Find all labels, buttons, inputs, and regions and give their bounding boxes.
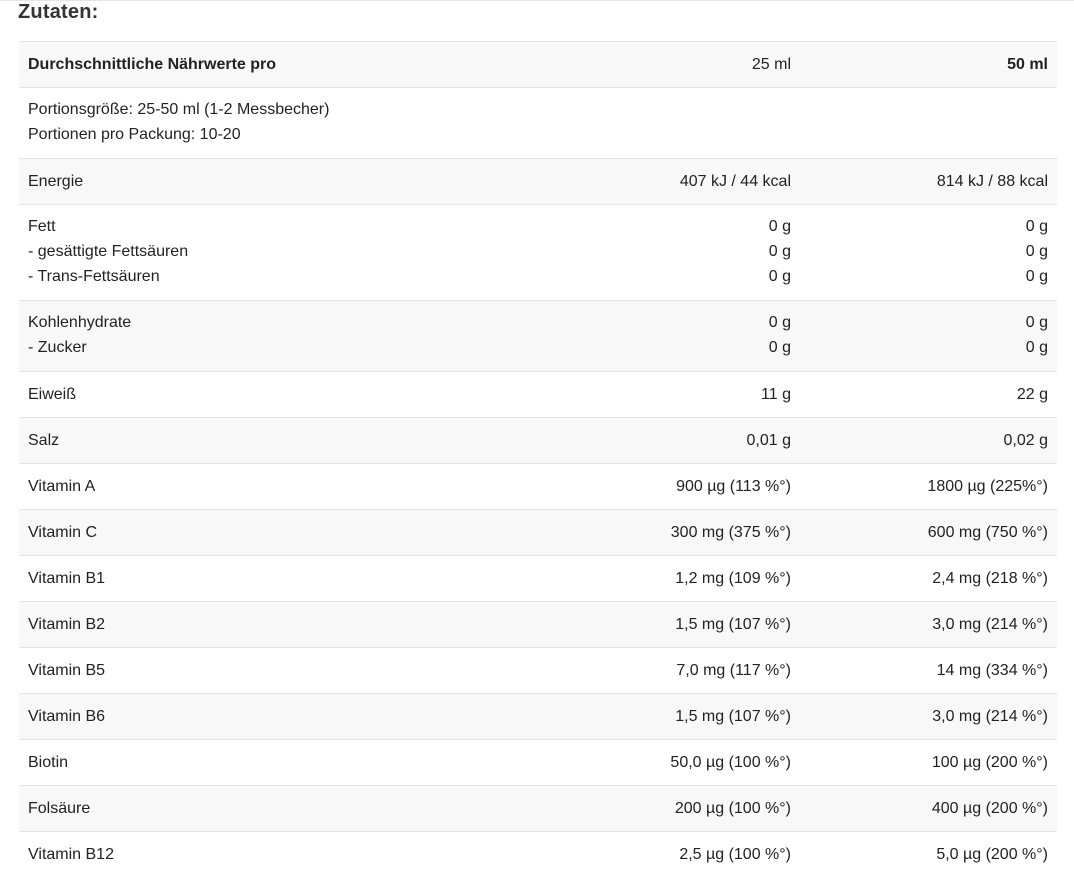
value-25ml: 0 g	[768, 314, 791, 331]
values-50ml-fat: 0 g 0 g 0 g	[791, 205, 1057, 301]
value-50ml: 400 µg (200 %°)	[931, 800, 1048, 817]
table-row: Biotin 50,0 µg (100 %°) 100 µg (200 %°)	[19, 740, 1057, 786]
value-50ml: 0 g	[1025, 218, 1048, 235]
value-25ml: 50,0 µg (100 %°)	[670, 754, 791, 771]
values-25ml-carbs: 0 g 0 g	[526, 301, 791, 372]
value-25ml: 1,5 mg (107 %°)	[675, 616, 791, 633]
nutrient-name: Vitamin B6	[28, 708, 106, 725]
serving-size: Portionsgröße: 25-50 ml (1-2 Messbecher)	[28, 101, 330, 118]
nutrient-name: Vitamin B1	[28, 570, 106, 587]
value-25ml: 0 g	[768, 218, 791, 235]
value-25ml: 407 kJ / 44 kcal	[679, 173, 791, 190]
table-header-row: Durchschnittliche Nährwerte pro 25 ml 50…	[19, 41, 1057, 88]
serving-info: Portionsgröße: 25-50 ml (1-2 Messbecher)…	[19, 88, 1057, 159]
table-row-energy: Energie 407 kJ / 44 kcal 814 kJ / 88 kca…	[19, 158, 1057, 205]
value-25ml: 0 g	[768, 243, 791, 260]
value-25ml: 900 µg (113 %°)	[676, 478, 791, 495]
value-25ml: 0,01 g	[746, 432, 791, 449]
table-row-fat: Fett - gesättigte Fettsäuren - Trans-Fet…	[19, 205, 1057, 301]
value-50ml: 2,4 mg (218 %°)	[932, 570, 1048, 587]
table-row: Vitamin A 900 µg (113 %°) 1800 µg (225%°…	[19, 464, 1057, 510]
value-50ml: 0 g	[1025, 243, 1048, 260]
values-50ml-carbs: 0 g 0 g	[791, 301, 1057, 372]
table-row: Vitamin B5 7,0 mg (117 %°) 14 mg (334 %°…	[19, 648, 1057, 694]
value-25ml: 0 g	[768, 339, 791, 356]
table-row: Vitamin C 300 mg (375 %°) 600 mg (750 %°…	[19, 509, 1057, 556]
nutrient-name: Vitamin B5	[28, 662, 106, 679]
value-50ml: 0 g	[1025, 339, 1048, 356]
nutrient-name: Vitamin C	[28, 524, 98, 541]
value-25ml: 11 g	[761, 386, 791, 403]
value-50ml: 0 g	[1025, 314, 1048, 331]
table-row: Folsäure 200 µg (100 %°) 400 µg (200 %°)	[19, 785, 1057, 832]
value-50ml: 22 g	[1016, 386, 1048, 403]
nutrient-name: Energie	[28, 173, 84, 190]
header-col-25ml: 25 ml	[751, 56, 791, 73]
nutrient-names-fat: Fett - gesättigte Fettsäuren - Trans-Fet…	[19, 205, 526, 301]
nutrient-name: Vitamin B12	[28, 846, 114, 863]
nutrient-name: - Trans-Fettsäuren	[28, 268, 160, 285]
top-divider	[0, 0, 1074, 1]
serving-row: Portionsgröße: 25-50 ml (1-2 Messbecher)…	[19, 88, 1057, 159]
table-row-carbs: Kohlenhydrate - Zucker 0 g 0 g 0 g 0 g	[19, 300, 1057, 372]
nutrient-name: Biotin	[28, 754, 69, 771]
value-50ml: 600 mg (750 %°)	[927, 524, 1048, 541]
section-heading: Zutaten:	[18, 1, 99, 23]
value-50ml: 14 mg (334 %°)	[936, 662, 1048, 679]
nutrient-name: Eiweiß	[28, 386, 77, 403]
header-col-50ml: 50 ml	[1007, 56, 1048, 73]
nutrient-name: Kohlenhydrate	[28, 314, 132, 331]
value-25ml: 2,5 µg (100 %°)	[679, 846, 791, 863]
table-row: Vitamin B12 2,5 µg (100 %°) 5,0 µg (200 …	[19, 832, 1057, 873]
nutrient-name: Folsäure	[28, 800, 91, 817]
nutrient-name: - gesättigte Fettsäuren	[28, 243, 189, 260]
table-row: Salz 0,01 g 0,02 g	[19, 417, 1057, 464]
header-label: Durchschnittliche Nährwerte pro	[28, 56, 277, 73]
nutrient-name: - Zucker	[28, 339, 87, 356]
table-row: Vitamin B2 1,5 mg (107 %°) 3,0 mg (214 %…	[19, 601, 1057, 648]
value-25ml: 300 mg (375 %°)	[670, 524, 791, 541]
table-row: Eiweiß 11 g 22 g	[19, 372, 1057, 418]
value-50ml: 0 g	[1025, 268, 1048, 285]
value-25ml: 1,5 mg (107 %°)	[675, 708, 791, 725]
value-25ml: 1,2 mg (109 %°)	[675, 570, 791, 587]
value-50ml: 0,02 g	[1003, 432, 1048, 449]
servings-per-pack: Portionen pro Packung: 10-20	[28, 126, 241, 143]
table-row: Vitamin B6 1,5 mg (107 %°) 3,0 mg (214 %…	[19, 693, 1057, 740]
value-50ml: 814 kJ / 88 kcal	[936, 173, 1048, 190]
values-25ml-fat: 0 g 0 g 0 g	[526, 205, 791, 301]
value-50ml: 3,0 mg (214 %°)	[932, 616, 1048, 633]
nutrient-name: Salz	[28, 432, 60, 449]
value-25ml: 200 µg (100 %°)	[674, 800, 791, 817]
table-row: Vitamin B1 1,2 mg (109 %°) 2,4 mg (218 %…	[19, 556, 1057, 602]
nutrient-name: Fett	[28, 218, 56, 235]
value-50ml: 3,0 mg (214 %°)	[932, 708, 1048, 725]
nutrient-name: Vitamin B2	[28, 616, 106, 633]
value-50ml: 5,0 µg (200 %°)	[936, 846, 1048, 863]
value-25ml: 0 g	[768, 268, 791, 285]
nutrition-table: Durchschnittliche Nährwerte pro 25 ml 50…	[19, 41, 1057, 873]
value-25ml: 7,0 mg (117 %°)	[676, 662, 791, 679]
value-50ml: 1800 µg (225%°)	[927, 478, 1048, 495]
nutrient-names-carbs: Kohlenhydrate - Zucker	[19, 301, 526, 372]
nutrient-name: Vitamin A	[28, 478, 96, 495]
value-50ml: 100 µg (200 %°)	[931, 754, 1048, 771]
nutrition-table-container: Durchschnittliche Nährwerte pro 25 ml 50…	[19, 41, 1057, 873]
